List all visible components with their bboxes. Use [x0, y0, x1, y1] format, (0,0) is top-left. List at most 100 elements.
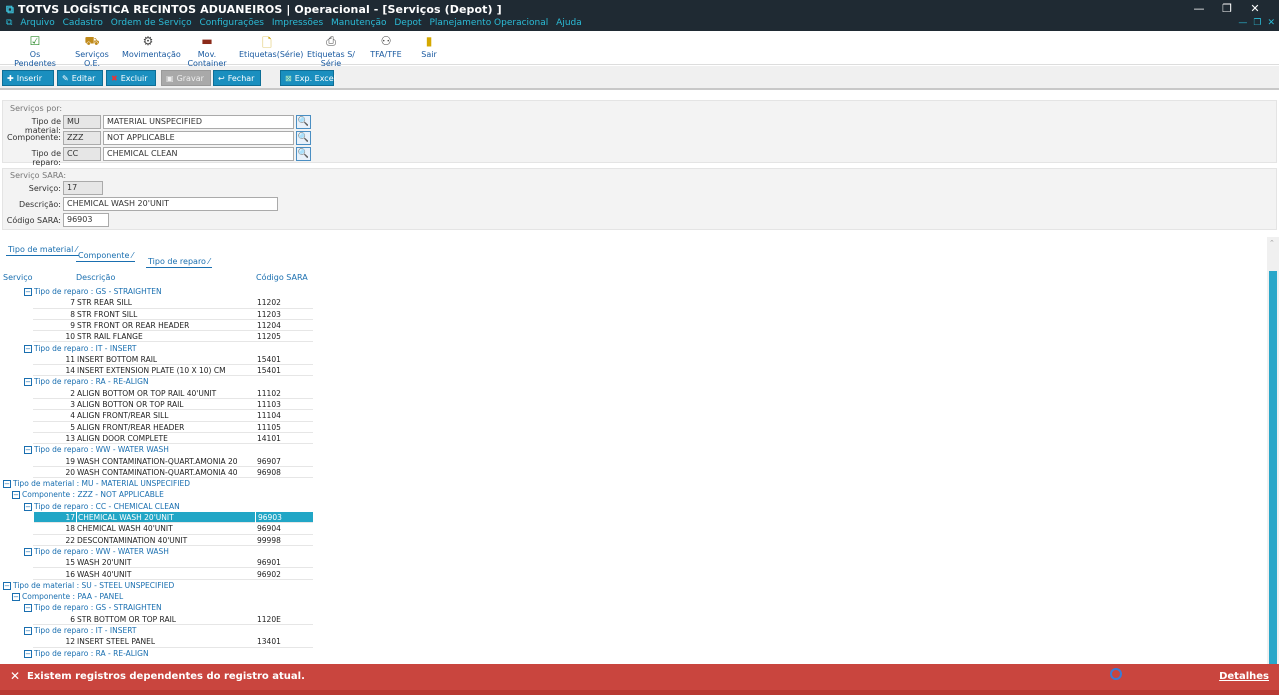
collapse-icon[interactable]: −: [24, 288, 32, 296]
table-row[interactable]: 5 ALIGN FRONT/REAR HEADER 11105: [33, 422, 313, 433]
save-button[interactable]: ▣ Gravar: [161, 70, 211, 86]
table-row[interactable]: 3 ALIGN BOTTON OR TOP RAIL 11103: [33, 399, 313, 411]
child-close-button[interactable]: ✕: [1267, 18, 1275, 28]
menu-ordem-servico[interactable]: Ordem de Serviço: [111, 18, 192, 28]
toolbar-os-pendentes[interactable]: ☑ Os Pendentes: [10, 34, 60, 68]
table-row[interactable]: 14 INSERT EXTENSION PLATE (10 X 10) CM 154…: [33, 365, 313, 377]
search-tipo-reparo-icon[interactable]: 🔍: [296, 147, 311, 161]
collapse-icon[interactable]: −: [24, 446, 32, 455]
group-tag-tipo-material[interactable]: Tipo de material ⁄: [6, 244, 80, 256]
people-icon: ⚇: [380, 34, 392, 48]
toolbar-mov-container[interactable]: ▬ Mov. Container: [179, 34, 235, 68]
collapse-icon[interactable]: −: [24, 627, 32, 635]
column-header-servico[interactable]: Serviço: [3, 273, 33, 285]
table-row[interactable]: 9 STR FRONT OR REAR HEADER 11204: [33, 320, 313, 332]
collapse-icon[interactable]: −: [24, 502, 32, 511]
menu-configuracoes[interactable]: Configurações: [200, 18, 264, 28]
menu-depot[interactable]: Depot: [394, 18, 421, 28]
group-row[interactable]: − Tipo de reparo : GS - STRAIGHTEN: [24, 286, 313, 298]
componente-code-field[interactable]: ZZZ: [63, 131, 101, 145]
export-excel-button[interactable]: ⊠ Exp. Excel: [280, 70, 336, 86]
table-row[interactable]: 6 STR BOTTOM OR TOP RAIL 1120E: [33, 614, 313, 625]
group-tag-tipo-reparo[interactable]: Tipo de reparo ⁄: [146, 256, 212, 268]
table-row[interactable]: 4 ALIGN FRONT/REAR SILL 11104: [33, 410, 313, 422]
child-minimize-button[interactable]: —: [1238, 18, 1247, 28]
menu-cadastro[interactable]: Cadastro: [63, 18, 103, 28]
minimize-button[interactable]: —: [1185, 2, 1213, 15]
toolbar-etiquetas-sem-serie[interactable]: ⎙ Etiquetas S/ Série: [300, 34, 362, 68]
group-row[interactable]: − Tipo de reparo : RA - RE-ALIGN: [24, 376, 313, 388]
close-window-button[interactable]: ✕: [1241, 2, 1269, 15]
group-row[interactable]: − Tipo de reparo : CC - CHEMICAL CLEAN: [24, 500, 313, 512]
toolbar-servicos-oe[interactable]: ⛟ Serviços O.E.: [66, 34, 118, 68]
table-row[interactable]: 2 ALIGN BOTTOM OR TOP RAIL 40'UNIT 11102: [33, 388, 313, 399]
delete-button[interactable]: ✖ Excluir: [106, 70, 156, 86]
collapse-icon[interactable]: −: [24, 604, 32, 613]
table-row[interactable]: 19 WASH CONTAMINATION-QUART.AMONIA 20 9690…: [33, 456, 313, 467]
group-row[interactable]: − Tipo de reparo : RA - RE-ALIGN: [24, 647, 313, 659]
group-row[interactable]: − Tipo de reparo : WW - WATER WASH: [24, 444, 313, 456]
insert-button[interactable]: ✚ Inserir: [2, 70, 54, 86]
toast-close-icon[interactable]: ✕: [10, 669, 20, 683]
collapse-icon[interactable]: −: [12, 593, 20, 602]
descricao-field[interactable]: CHEMICAL WASH 20'UNIT: [63, 197, 278, 211]
group-row[interactable]: − Tipo de reparo : IT - INSERT: [24, 625, 313, 637]
child-restore-button[interactable]: ❐: [1253, 18, 1261, 28]
servico-field[interactable]: 17: [63, 181, 103, 195]
column-header-codigo-sara[interactable]: Código SARA: [256, 273, 308, 285]
group-row[interactable]: − Tipo de reparo : GS - STRAIGHTEN: [24, 602, 313, 614]
toast-details-link[interactable]: Detalhes: [1219, 671, 1269, 682]
toolbar-sair[interactable]: ▮ Sair: [418, 34, 440, 59]
table-row[interactable]: 16 WASH 40'UNIT 96902: [33, 569, 313, 580]
tipo-material-code-field[interactable]: MU: [63, 115, 101, 129]
menu-ajuda[interactable]: Ajuda: [556, 18, 582, 28]
collapse-icon[interactable]: −: [3, 480, 11, 489]
group-row[interactable]: − Tipo de material : SU - STEEL UNSPECIFI…: [3, 579, 313, 592]
table-row[interactable]: 20 WASH CONTAMINATION-QUART.AMONIA 40 9690…: [33, 467, 313, 479]
cell-descricao: ALIGN FRONT/REAR SILL: [77, 411, 169, 421]
group-row[interactable]: − Componente : PAA - PANEL: [12, 591, 313, 603]
table-row[interactable]: 18 CHEMICAL WASH 40'UNIT 96904: [33, 523, 313, 535]
scrollbar-thumb[interactable]: [1269, 271, 1277, 665]
search-tipo-material-icon[interactable]: 🔍: [296, 115, 311, 129]
collapse-icon[interactable]: −: [24, 547, 32, 556]
table-row[interactable]: 13 ALIGN DOOR COMPLETE 14101: [33, 433, 313, 445]
column-header-descricao[interactable]: Descrição: [76, 273, 115, 285]
scroll-up-icon[interactable]: ⌃: [1269, 239, 1275, 247]
toolbar-etiquetas-serie[interactable]: 🗋 Etiquetas(Série): [239, 34, 303, 59]
group-row[interactable]: − Tipo de reparo : IT - INSERT: [24, 342, 313, 354]
table-row[interactable]: 15 WASH 20'UNIT 96901: [33, 557, 313, 569]
table-row[interactable]: 8 STR FRONT SILL 11203: [33, 309, 313, 320]
close-button[interactable]: ↩ Fechar: [213, 70, 261, 86]
menu-impressoes[interactable]: Impressões: [272, 18, 323, 28]
codigo-sara-field[interactable]: 96903: [63, 213, 109, 227]
collapse-icon[interactable]: −: [24, 378, 32, 387]
menu-manutencao[interactable]: Manutenção: [331, 18, 386, 28]
grid-scrollbar[interactable]: ⌃: [1267, 237, 1279, 665]
menu-arquivo[interactable]: Arquivo: [20, 18, 54, 28]
collapse-icon[interactable]: −: [24, 649, 32, 658]
collapse-icon[interactable]: −: [12, 491, 20, 500]
tipo-material-desc-field[interactable]: MATERIAL UNSPECIFIED: [103, 115, 294, 129]
menu-planejamento[interactable]: Planejamento Operacional: [429, 18, 548, 28]
table-row[interactable]: 11 INSERT BOTTOM RAIL 15401: [33, 354, 313, 366]
componente-desc-field[interactable]: NOT APPLICABLE: [103, 131, 294, 145]
edit-button[interactable]: ✎ Editar: [57, 70, 103, 86]
maximize-button[interactable]: ❐: [1213, 2, 1241, 15]
tipo-reparo-desc-field[interactable]: CHEMICAL CLEAN: [103, 147, 294, 161]
table-row[interactable]: 10 STR RAIL FLANGE 11205: [33, 331, 313, 343]
collapse-icon[interactable]: −: [24, 344, 32, 353]
group-tag-componente[interactable]: Componente ⁄: [76, 250, 136, 262]
toolbar-movimentacao[interactable]: ⚙ Movimentação: [122, 34, 181, 59]
table-row[interactable]: 17 CHEMICAL WASH 20'UNIT 96903: [33, 512, 313, 524]
table-row[interactable]: 12 INSERT STEEL PANEL 13401: [33, 636, 313, 648]
toolbar-tfa-tfe[interactable]: ⚇ TFA/TFE: [369, 34, 403, 59]
table-row[interactable]: 7 STR REAR SILL 11202: [33, 297, 313, 309]
group-row[interactable]: − Tipo de reparo : WW - WATER WASH: [24, 545, 313, 558]
search-componente-icon[interactable]: 🔍: [296, 131, 311, 145]
tipo-reparo-code-field[interactable]: CC: [63, 147, 101, 161]
group-row[interactable]: − Componente : ZZZ - NOT APPLICABLE: [12, 489, 313, 501]
table-row[interactable]: 22 DESCONTAMINATION 40'UNIT 99998: [33, 535, 313, 546]
collapse-icon[interactable]: −: [3, 581, 11, 590]
group-row[interactable]: − Tipo de material : MU - MATERIAL UNSPEC…: [3, 478, 313, 490]
